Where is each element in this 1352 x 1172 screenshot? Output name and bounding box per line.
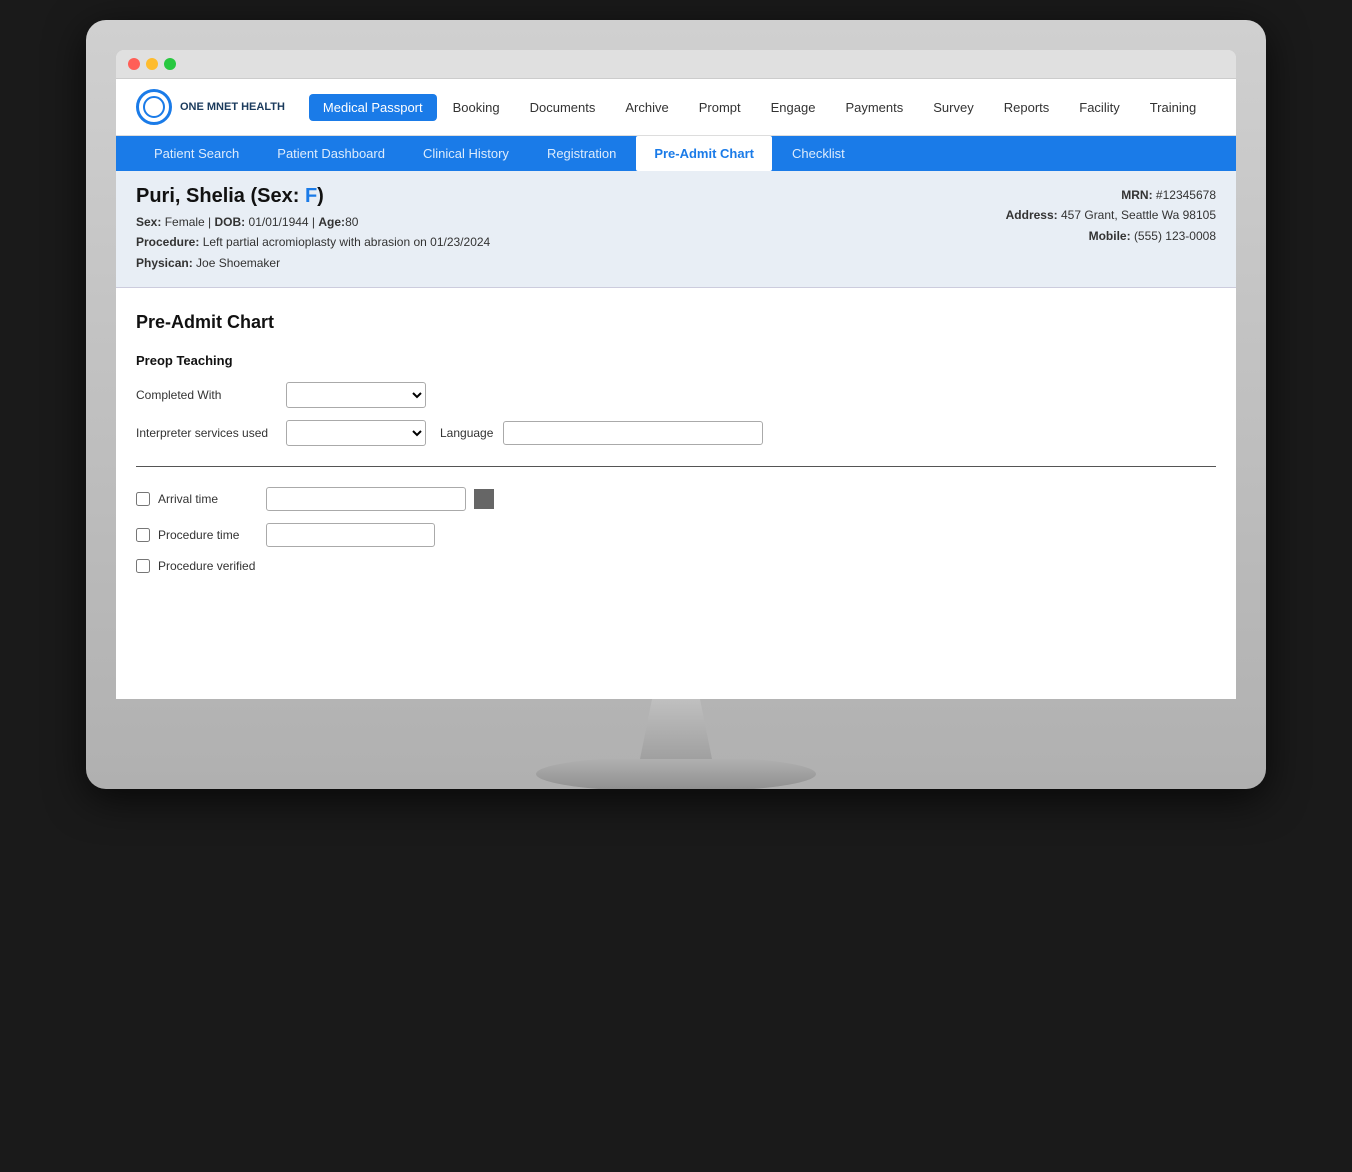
section-divider <box>136 466 1216 467</box>
procedure-time-label: Procedure time <box>158 528 258 542</box>
nav-item-medical-passport[interactable]: Medical Passport <box>309 94 437 121</box>
titlebar <box>116 50 1236 79</box>
section-title: Pre-Admit Chart <box>136 312 1216 333</box>
top-nav: ONE MNET HEALTH Medical Passport Booking… <box>116 79 1236 136</box>
nav-item-survey[interactable]: Survey <box>919 94 987 121</box>
logo-text: ONE MNET HEALTH <box>180 100 285 114</box>
patient-info-left: Puri, Shelia (Sex: F) Sex: Female | DOB:… <box>136 185 490 273</box>
arrival-time-label: Arrival time <box>158 492 258 506</box>
interpreter-row: Interpreter services used Language <box>136 420 1216 446</box>
monitor-stand <box>116 699 1236 789</box>
app-container: ONE MNET HEALTH Medical Passport Booking… <box>116 79 1236 699</box>
nav-menu: Medical Passport Booking Documents Archi… <box>309 94 1210 121</box>
procedure-verified-label: Procedure verified <box>158 559 258 573</box>
sub-nav-checklist[interactable]: Checklist <box>774 136 863 171</box>
procedure-time-input[interactable] <box>266 523 435 547</box>
close-button[interactable] <box>128 58 140 70</box>
maximize-button[interactable] <box>164 58 176 70</box>
nav-item-reports[interactable]: Reports <box>990 94 1064 121</box>
sub-nav-pre-admit-chart[interactable]: Pre-Admit Chart <box>636 136 772 171</box>
procedure-verified-checkbox[interactable] <box>136 559 150 573</box>
stand-base <box>536 759 816 789</box>
nav-item-training[interactable]: Training <box>1136 94 1210 121</box>
arrival-time-row: Arrival time <box>136 487 1216 511</box>
main-content: Pre-Admit Chart Preop Teaching Completed… <box>116 288 1236 609</box>
arrival-time-checkbox[interactable] <box>136 492 150 506</box>
patient-header: Puri, Shelia (Sex: F) Sex: Female | DOB:… <box>116 171 1236 288</box>
arrival-time-input[interactable] <box>266 487 466 511</box>
completed-with-row: Completed With <box>136 382 1216 408</box>
nav-item-payments[interactable]: Payments <box>831 94 917 121</box>
interpreter-label: Interpreter services used <box>136 426 276 440</box>
sub-nav-registration[interactable]: Registration <box>529 136 634 171</box>
completed-with-select[interactable] <box>286 382 426 408</box>
logo: ONE MNET HEALTH <box>136 89 285 125</box>
sub-nav-clinical-history[interactable]: Clinical History <box>405 136 527 171</box>
language-input[interactable] <box>503 421 763 445</box>
sub-nav-patient-dashboard[interactable]: Patient Dashboard <box>259 136 403 171</box>
patient-info-right: MRN: #12345678 Address: 457 Grant, Seatt… <box>1006 185 1216 246</box>
arrival-time-calendar-button[interactable] <box>474 489 494 509</box>
patient-details: Sex: Female | DOB: 01/01/1944 | Age:80 P… <box>136 212 490 273</box>
nav-item-archive[interactable]: Archive <box>611 94 682 121</box>
nav-item-engage[interactable]: Engage <box>757 94 830 121</box>
stand-neck <box>616 699 736 759</box>
preop-teaching-title: Preop Teaching <box>136 353 1216 368</box>
sex-letter: F <box>305 185 317 207</box>
completed-with-label: Completed With <box>136 388 276 402</box>
procedure-time-checkbox[interactable] <box>136 528 150 542</box>
sub-nav-patient-search[interactable]: Patient Search <box>136 136 257 171</box>
minimize-button[interactable] <box>146 58 158 70</box>
procedure-verified-row: Procedure verified <box>136 559 1216 573</box>
nav-item-prompt[interactable]: Prompt <box>685 94 755 121</box>
interpreter-select[interactable] <box>286 420 426 446</box>
nav-item-booking[interactable]: Booking <box>439 94 514 121</box>
procedure-time-row: Procedure time <box>136 523 1216 547</box>
logo-icon <box>136 89 172 125</box>
nav-item-facility[interactable]: Facility <box>1065 94 1133 121</box>
patient-name: Puri, Shelia (Sex: F) <box>136 185 490 208</box>
sub-nav: Patient Search Patient Dashboard Clinica… <box>116 136 1236 171</box>
nav-item-documents[interactable]: Documents <box>516 94 610 121</box>
language-label: Language <box>440 426 493 440</box>
